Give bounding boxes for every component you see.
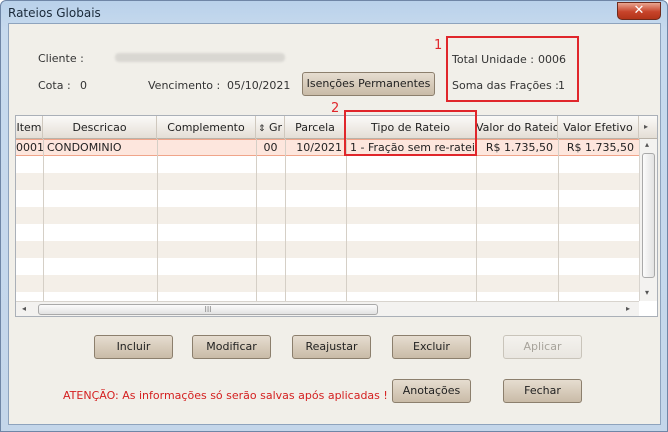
cell-descricao: CONDOMINIO: [47, 141, 122, 154]
column-header-gr-label: Gr: [269, 121, 283, 134]
empty-row: [16, 292, 639, 301]
column-divider: [558, 139, 559, 301]
soma-fracoes-label: Soma das Frações :: [452, 79, 559, 92]
grid-header: Item Descricao Complemento ⇕ Gr Parcela …: [16, 116, 657, 139]
column-header-item[interactable]: Item: [16, 116, 43, 139]
cota-label: Cota :: [38, 79, 71, 92]
vertical-scrollbar[interactable]: ▴ ▾: [639, 139, 657, 301]
reajustar-button[interactable]: Reajustar: [292, 335, 371, 359]
empty-row: [16, 207, 639, 224]
column-divider: [157, 139, 158, 301]
column-divider: [285, 139, 286, 301]
anotacoes-button[interactable]: Anotações: [392, 379, 471, 403]
empty-row: [16, 224, 639, 241]
close-button[interactable]: ✕: [617, 2, 661, 20]
cell-valor-efetivo: R$ 1.735,50: [566, 141, 634, 154]
soma-fracoes-value: 1: [558, 79, 565, 92]
empty-row: [16, 156, 639, 173]
vencimento-label: Vencimento :: [148, 79, 221, 92]
cell-valor-rateio: R$ 1.735,50: [485, 141, 553, 154]
table-row[interactable]: 0001 CONDOMINIO 00 10/2021 1 - Fração se…: [16, 139, 639, 156]
annotation-number-2: 2: [331, 101, 340, 116]
cell-item: 0001: [16, 141, 43, 154]
column-header-valor-efetivo[interactable]: Valor Efetivo: [558, 116, 639, 139]
scroll-right-icon[interactable]: ▸: [644, 122, 648, 131]
column-header-complemento[interactable]: Complemento: [157, 116, 256, 139]
client-area: Cliente : Cota : 0 Vencimento : 05/10/20…: [8, 23, 661, 425]
horizontal-scroll-thumb[interactable]: III: [38, 304, 378, 315]
incluir-button[interactable]: Incluir: [94, 335, 173, 359]
column-header-gr[interactable]: ⇕ Gr: [256, 116, 285, 139]
cliente-value-redacted: [115, 53, 285, 62]
empty-row: [16, 258, 639, 275]
empty-row: [16, 190, 639, 207]
column-header-descricao[interactable]: Descricao: [43, 116, 157, 139]
cliente-label: Cliente :: [38, 52, 84, 65]
total-unidade-value: 0006: [538, 53, 566, 66]
total-unidade-label: Total Unidade :: [452, 53, 534, 66]
cell-parcela: 10/2021: [296, 141, 342, 154]
column-divider: [476, 139, 477, 301]
scroll-left-icon[interactable]: ◂: [22, 304, 26, 313]
rateios-globais-window: Rateios Globais ✕ Cliente : Cota : 0 Ven…: [0, 0, 668, 432]
column-divider: [346, 139, 347, 301]
empty-row: [16, 173, 639, 190]
vertical-scroll-thumb[interactable]: [642, 153, 655, 278]
column-header-parcela[interactable]: Parcela: [285, 116, 346, 139]
annotation-box-1: [446, 36, 579, 102]
excluir-button[interactable]: Excluir: [392, 335, 471, 359]
annotation-box-2: [344, 110, 477, 156]
column-header-valor-rateio[interactable]: Valor do Rateio: [476, 116, 558, 139]
fechar-button[interactable]: Fechar: [503, 379, 582, 403]
vencimento-value: 05/10/2021: [227, 79, 291, 92]
scroll-down-icon[interactable]: ▾: [645, 288, 649, 297]
sort-icon: ⇕: [257, 124, 266, 134]
column-divider: [43, 139, 44, 301]
column-divider: [256, 139, 257, 301]
empty-row: [16, 275, 639, 292]
modificar-button[interactable]: Modificar: [192, 335, 271, 359]
scroll-right-small-icon[interactable]: ▸: [626, 304, 630, 313]
horizontal-scrollbar[interactable]: ◂ III ▸: [16, 301, 639, 316]
cell-complemento: [161, 140, 256, 157]
annotation-number-1: 1: [434, 38, 443, 53]
rateios-grid[interactable]: Item Descricao Complemento ⇕ Gr Parcela …: [15, 115, 658, 317]
window-title: Rateios Globais: [8, 6, 101, 20]
aplicar-button[interactable]: Aplicar: [503, 335, 582, 359]
isencoes-permanentes-button[interactable]: Isenções Permanentes: [302, 72, 435, 96]
empty-row: [16, 241, 639, 258]
cota-value: 0: [80, 79, 87, 92]
cell-gr: 00: [263, 141, 278, 154]
scroll-up-icon[interactable]: ▴: [645, 140, 649, 149]
warning-message: ATENÇÃO: As informações só serão salvas …: [63, 389, 388, 402]
